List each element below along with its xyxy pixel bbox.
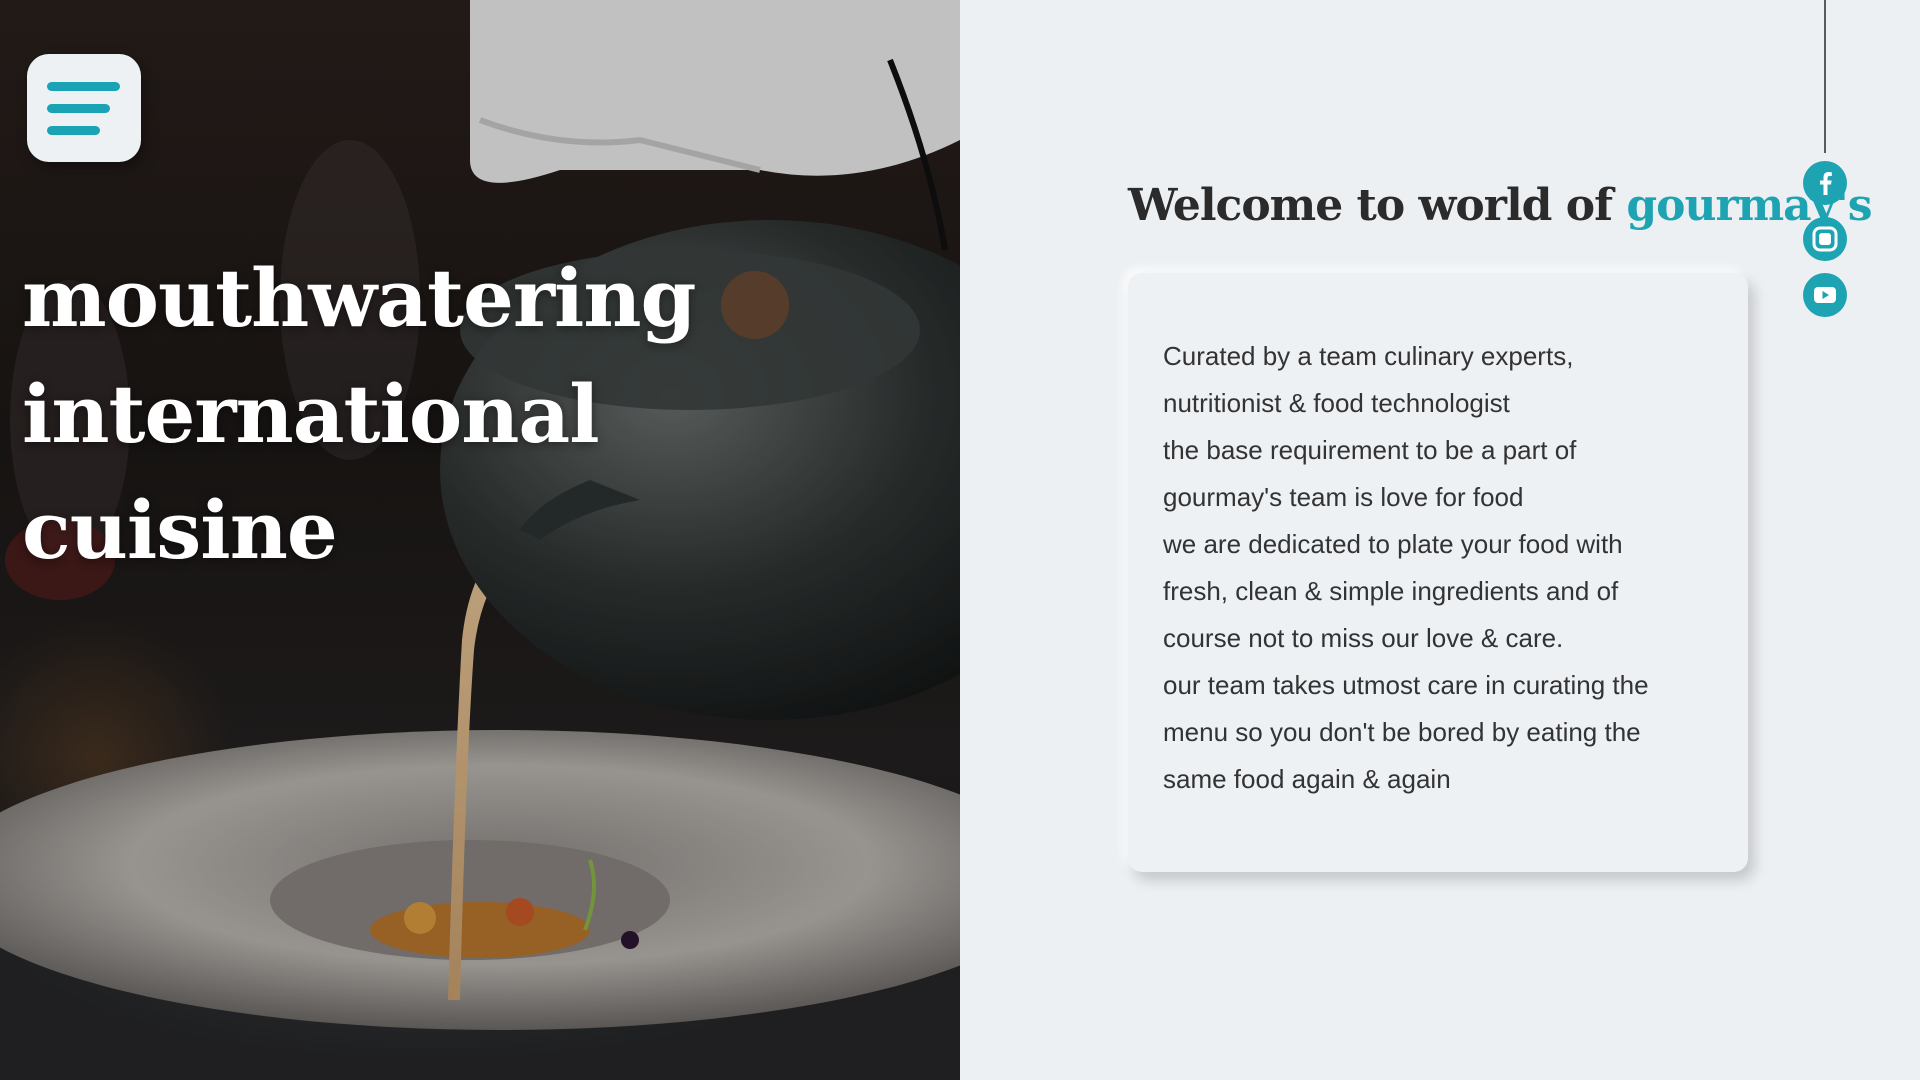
- about-card: Curated by a team culinary experts, nutr…: [1128, 273, 1748, 872]
- facebook-icon: [1820, 172, 1832, 195]
- welcome-prefix: Welcome to world of: [1128, 180, 1627, 231]
- welcome-heading: Welcome to world of gourmay's: [1128, 180, 1873, 231]
- about-line: same food again & again: [1163, 764, 1451, 794]
- about-line: our team takes utmost care in curating t…: [1163, 670, 1649, 700]
- hero-title-line-2: international cuisine: [22, 367, 600, 577]
- about-line: gourmay's team is love for food: [1163, 482, 1524, 512]
- page: mouthwatering international cuisine Welc…: [0, 0, 1920, 1080]
- youtube-icon: [1814, 287, 1836, 303]
- instagram-link[interactable]: [1803, 217, 1847, 261]
- hero-title: mouthwatering international cuisine: [22, 240, 922, 588]
- instagram-icon: [1812, 226, 1838, 252]
- youtube-link[interactable]: [1803, 273, 1847, 317]
- about-line: nutritionist & food technologist: [1163, 388, 1510, 418]
- hamburger-menu-icon: [47, 82, 120, 91]
- about-line: fresh, clean & simple ingredients and of: [1163, 576, 1619, 606]
- about-line: Curated by a team culinary experts,: [1163, 341, 1574, 371]
- about-line: the base requirement to be a part of: [1163, 435, 1577, 465]
- hero-panel: mouthwatering international cuisine: [0, 0, 960, 1080]
- facebook-link[interactable]: [1803, 161, 1847, 205]
- social-rail-line: [1824, 0, 1826, 153]
- about-line: course not to miss our love & care.: [1163, 623, 1564, 653]
- about-line: we are dedicated to plate your food with: [1163, 529, 1623, 559]
- hero-title-line-1: mouthwatering: [22, 251, 696, 345]
- about-text: Curated by a team culinary experts, nutr…: [1163, 333, 1714, 803]
- about-line: menu so you don't be bored by eating the: [1163, 717, 1641, 747]
- menu-button[interactable]: [27, 54, 141, 162]
